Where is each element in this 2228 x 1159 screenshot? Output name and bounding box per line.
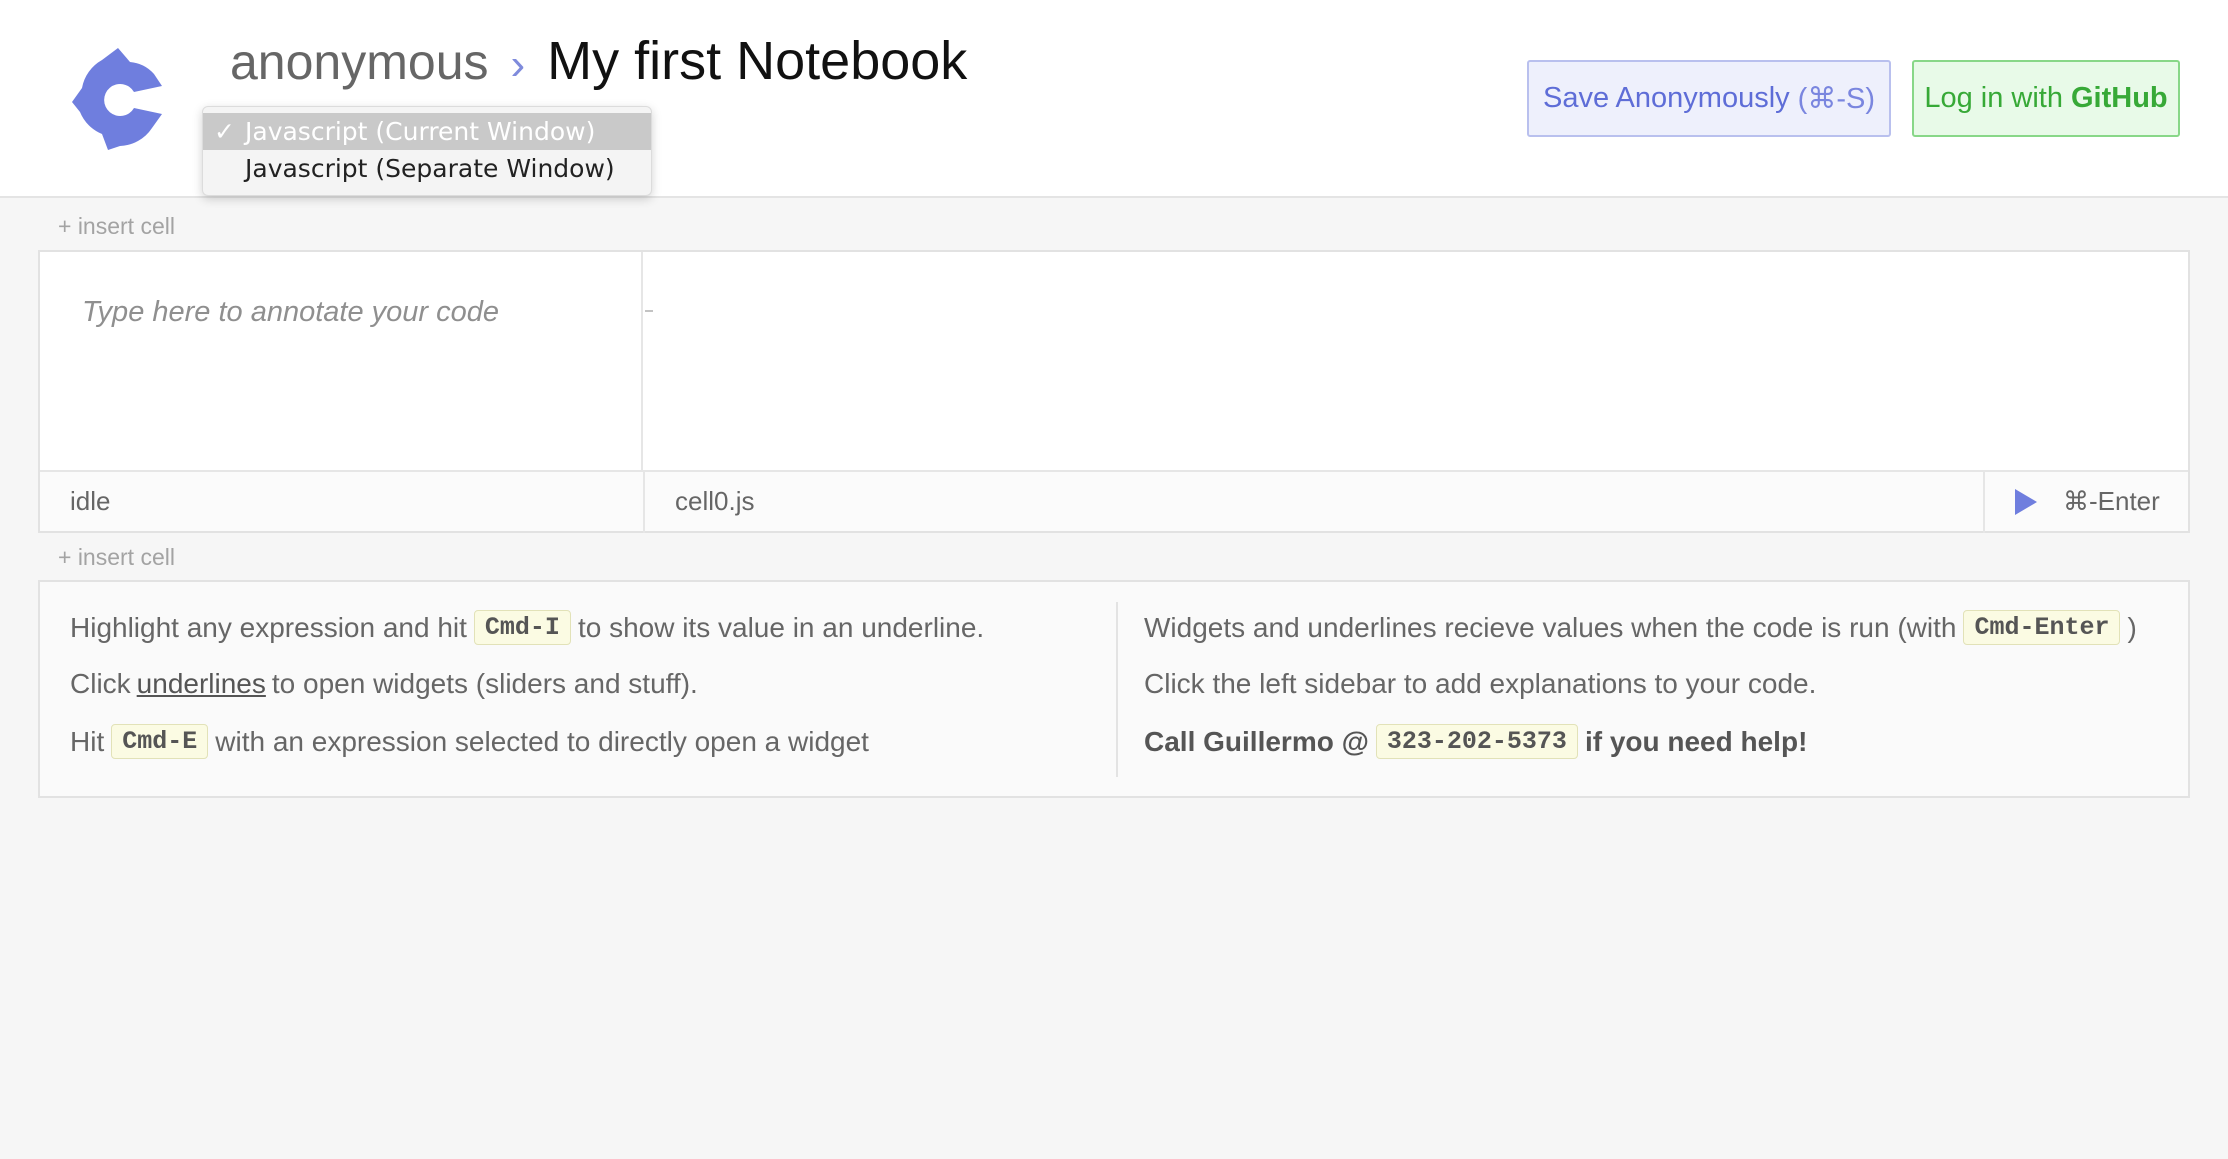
help-text: to open widgets (sliders and stuff). xyxy=(271,668,698,699)
runtime-option-separate-window[interactable]: Javascript (Separate Window) xyxy=(203,150,651,187)
notebook-title[interactable]: My first Notebook xyxy=(547,30,967,92)
save-anonymously-button[interactable]: Save Anonymously (⌘-S) xyxy=(1527,60,1891,137)
kbd-shortcut: Cmd-Enter xyxy=(1963,610,2121,645)
save-button-label: Save Anonymously xyxy=(1543,82,1790,114)
play-icon xyxy=(2015,489,2037,515)
help-panel: Highlight any expression and hit Cmd-I t… xyxy=(38,580,2190,798)
github-button-brand: GitHub xyxy=(2071,82,2168,114)
runtime-dropdown[interactable]: ✓ Javascript (Current Window) Javascript… xyxy=(202,106,652,196)
code-cell: Type here to annotate your code idle cel… xyxy=(38,250,2190,533)
phone-number: 323-202-5373 xyxy=(1375,724,1578,759)
help-line: Hit Cmd-E with an expression selected to… xyxy=(70,724,869,759)
editor-caret xyxy=(645,310,653,312)
runtime-option-label: Javascript (Separate Window) xyxy=(245,154,615,183)
cell-status: idle xyxy=(70,486,111,516)
github-button-prefix: Log in with xyxy=(1924,82,2063,114)
runtime-option-label: Javascript (Current Window) xyxy=(245,117,596,146)
help-text: ) xyxy=(2127,611,2137,643)
help-text: Widgets and underlines recieve values wh… xyxy=(1144,611,1957,643)
github-login-button[interactable]: Log in with GitHub xyxy=(1912,60,2180,137)
help-text: to show its value in an underline. xyxy=(577,611,985,643)
run-shortcut-label: ⌘-Enter xyxy=(2063,486,2160,516)
save-button-shortcut: (⌘-S) xyxy=(1797,83,1875,115)
annotation-area[interactable]: Type here to annotate your code xyxy=(40,252,643,470)
insert-cell-top-link[interactable]: + insert cell xyxy=(58,213,175,240)
help-text: Call Guillermo @ xyxy=(1144,725,1369,757)
breadcrumb: anonymous › My first Notebook xyxy=(230,30,967,100)
help-line: Widgets and underlines recieve values wh… xyxy=(1144,610,2137,645)
runtime-option-current-window[interactable]: ✓ Javascript (Current Window) xyxy=(203,113,651,150)
run-cell-button[interactable]: ⌘-Enter xyxy=(1983,472,2188,533)
underlines-link[interactable]: underlines xyxy=(137,668,266,700)
help-text: Hit xyxy=(70,725,105,757)
carbide-logo-icon[interactable] xyxy=(72,46,164,150)
help-text: Highlight any expression and hit xyxy=(70,611,467,643)
cell-filename-area: cell0.js xyxy=(643,472,2023,533)
help-text: Click xyxy=(70,668,131,699)
help-text: if you need help! xyxy=(1584,725,1808,757)
help-line: Call Guillermo @ 323-202-5373 if you nee… xyxy=(1144,724,1807,759)
code-editor[interactable] xyxy=(645,252,2188,470)
annotation-placeholder: Type here to annotate your code xyxy=(82,296,500,328)
help-text: with an expression selected to directly … xyxy=(215,725,869,757)
help-line: Click the left sidebar to add explanatio… xyxy=(1144,668,1816,700)
cell-filename: cell0.js xyxy=(675,486,755,516)
help-line: Highlight any expression and hit Cmd-I t… xyxy=(70,610,984,645)
help-text: Click the left sidebar to add explanatio… xyxy=(1144,668,1817,699)
user-name[interactable]: anonymous xyxy=(230,33,489,91)
kbd-shortcut: Cmd-E xyxy=(111,724,209,759)
checkmark-icon: ✓ xyxy=(214,117,235,146)
kbd-shortcut: Cmd-I xyxy=(473,610,571,645)
insert-cell-bottom-link[interactable]: + insert cell xyxy=(58,544,175,571)
cell-footer: idle cell0.js ⌘-Enter xyxy=(40,470,2188,533)
help-divider xyxy=(1116,602,1118,777)
breadcrumb-separator-icon: › xyxy=(510,40,526,89)
help-line: Click underlines to open widgets (slider… xyxy=(70,668,698,700)
